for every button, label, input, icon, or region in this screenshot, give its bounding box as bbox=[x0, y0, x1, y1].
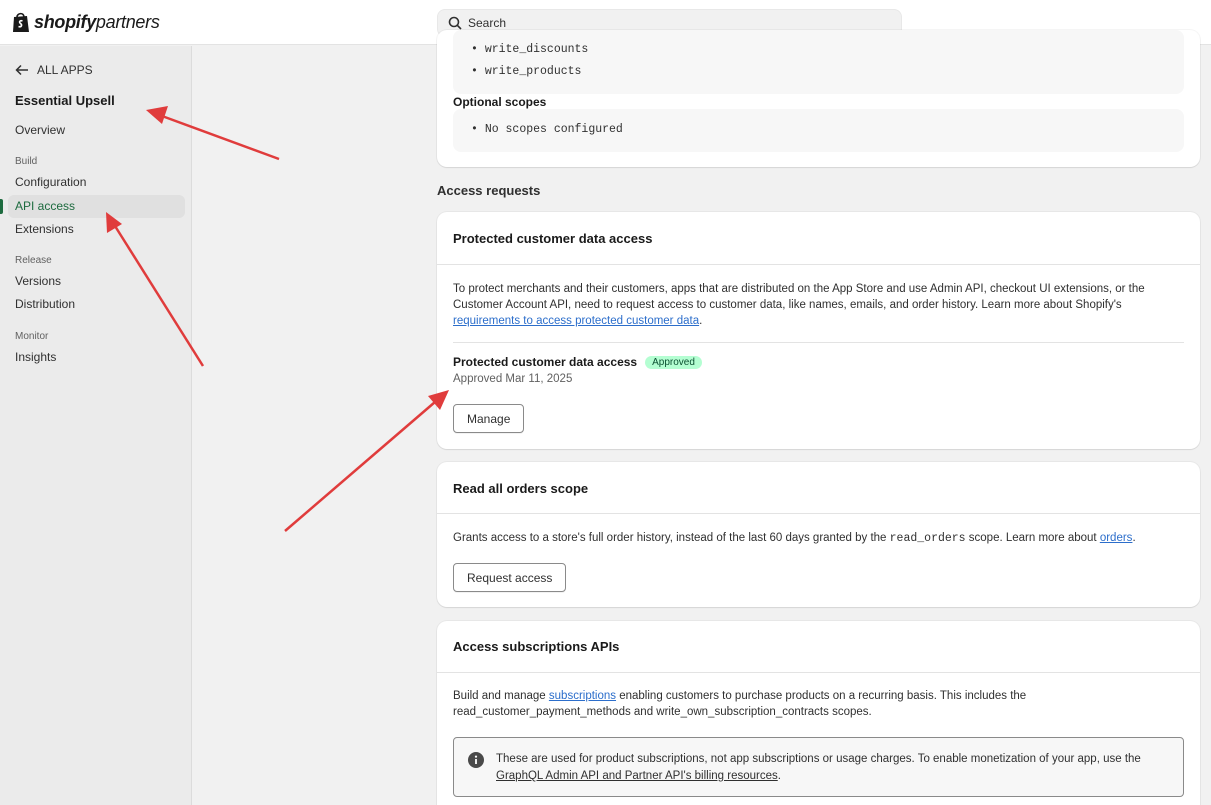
request-access-button[interactable]: Request access bbox=[453, 563, 567, 592]
approved-badge: Approved bbox=[645, 356, 702, 369]
scope-item: • write_discounts bbox=[471, 43, 589, 56]
protected-status-row: Protected customer data access Approved bbox=[453, 355, 702, 369]
sidebar-item-distribution[interactable]: Distribution bbox=[8, 293, 185, 316]
manage-button[interactable]: Manage bbox=[453, 404, 525, 433]
all-apps-back-link[interactable]: ALL APPS bbox=[15, 63, 93, 77]
info-text: These are used for product subscriptions… bbox=[496, 753, 1141, 782]
divider bbox=[437, 513, 1200, 514]
orders-description: Grants access to a store's full order hi… bbox=[453, 532, 1136, 545]
protected-data-description: To protect merchants and their customers… bbox=[453, 283, 1145, 327]
divider bbox=[437, 264, 1200, 265]
card-title: Protected customer data access bbox=[453, 231, 653, 246]
access-requests-heading: Access requests bbox=[437, 183, 541, 198]
search-input[interactable] bbox=[468, 16, 868, 30]
shopify-partners-logo[interactable]: shopifypartners bbox=[12, 11, 160, 33]
section-label-build: Build bbox=[15, 156, 38, 167]
sidebar-item-configuration[interactable]: Configuration bbox=[8, 171, 185, 194]
optional-scopes-box: • No scopes configured bbox=[453, 109, 1184, 152]
required-scopes-box: • write_discounts • write_products bbox=[453, 30, 1184, 94]
read-all-orders-card: Read all orders scope Grants access to a… bbox=[437, 462, 1200, 607]
card-title: Read all orders scope bbox=[453, 481, 589, 496]
info-banner: These are used for product subscriptions… bbox=[453, 737, 1184, 797]
shopify-bag-icon bbox=[13, 12, 29, 32]
orders-link[interactable]: orders bbox=[1100, 532, 1133, 544]
divider bbox=[453, 342, 1184, 343]
search-icon bbox=[448, 16, 462, 30]
sidebar-item-api-access[interactable]: API access bbox=[0, 195, 185, 218]
section-label-monitor: Monitor bbox=[15, 331, 49, 342]
billing-resources-link[interactable]: GraphQL Admin API and Partner API's bill… bbox=[496, 770, 778, 782]
sidebar-item-extensions[interactable]: Extensions bbox=[8, 218, 185, 241]
protected-data-card: Protected customer data access To protec… bbox=[437, 212, 1200, 449]
read-orders-code: read_orders bbox=[889, 532, 966, 545]
info-icon bbox=[468, 752, 484, 768]
optional-scopes-label: Optional scopes bbox=[453, 95, 547, 109]
brand-name: shopifypartners bbox=[34, 11, 160, 32]
card-title: Access subscriptions APIs bbox=[453, 639, 620, 654]
subscriptions-link[interactable]: subscriptions bbox=[549, 690, 616, 702]
subscriptions-card: Access subscriptions APIs Build and mana… bbox=[437, 621, 1200, 805]
approved-date: Approved Mar 11, 2025 bbox=[453, 373, 573, 385]
scope-item: • write_products bbox=[471, 65, 582, 78]
divider bbox=[437, 672, 1200, 673]
section-label-release: Release bbox=[15, 255, 52, 266]
sidebar: ALL APPS Essential Upsell Overview Build… bbox=[0, 46, 192, 805]
requirements-link[interactable]: requirements to access protected custome… bbox=[453, 315, 699, 327]
status-label: Protected customer data access bbox=[453, 355, 638, 369]
annotation-arrow bbox=[284, 390, 449, 532]
sidebar-item-versions[interactable]: Versions bbox=[8, 270, 185, 293]
subscriptions-description: Build and manage subscriptions enabling … bbox=[453, 690, 1027, 718]
sidebar-item-insights[interactable]: Insights bbox=[8, 346, 185, 369]
sidebar-item-overview[interactable]: Overview bbox=[8, 119, 185, 142]
scope-item: • No scopes configured bbox=[471, 123, 623, 136]
scopes-card: • write_discounts • write_products Optio… bbox=[437, 30, 1200, 167]
app-name: Essential Upsell bbox=[15, 93, 115, 108]
all-apps-label: ALL APPS bbox=[37, 63, 93, 77]
arrow-left-icon bbox=[15, 64, 28, 76]
